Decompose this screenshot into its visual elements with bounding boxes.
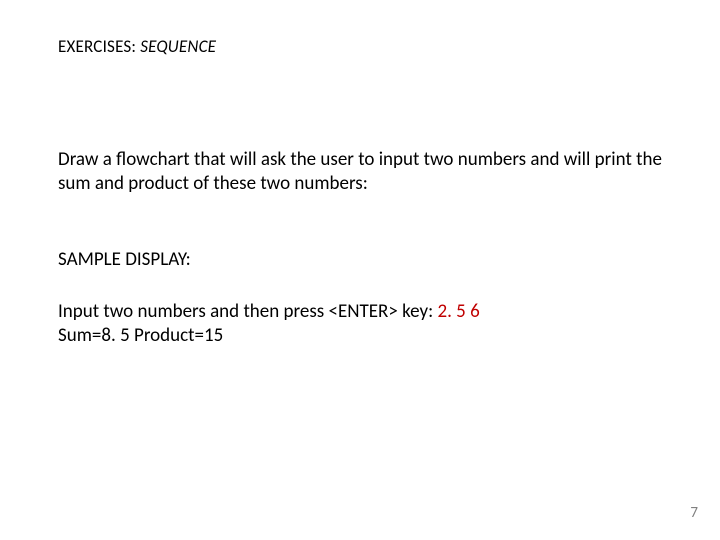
page-number: 7: [690, 504, 698, 522]
sample-io-block: Input two numbers and then press <ENTER>…: [58, 300, 480, 348]
io-prompt: Input two numbers and then press <ENTER>…: [58, 300, 437, 323]
io-user-input: 2. 5 6: [437, 300, 479, 323]
io-result: Sum=8. 5 Product=15: [58, 324, 223, 347]
slide-page: EXERCISES: SEQUENCE Draw a flowchart tha…: [0, 0, 720, 540]
heading-prefix: EXERCISES:: [58, 36, 140, 57]
sample-display-label: SAMPLE DISPLAY:: [58, 248, 191, 272]
slide-heading: EXERCISES: SEQUENCE: [58, 36, 216, 57]
exercise-instruction: Draw a flowchart that will ask the user …: [58, 148, 668, 196]
heading-italic: SEQUENCE: [140, 36, 216, 57]
